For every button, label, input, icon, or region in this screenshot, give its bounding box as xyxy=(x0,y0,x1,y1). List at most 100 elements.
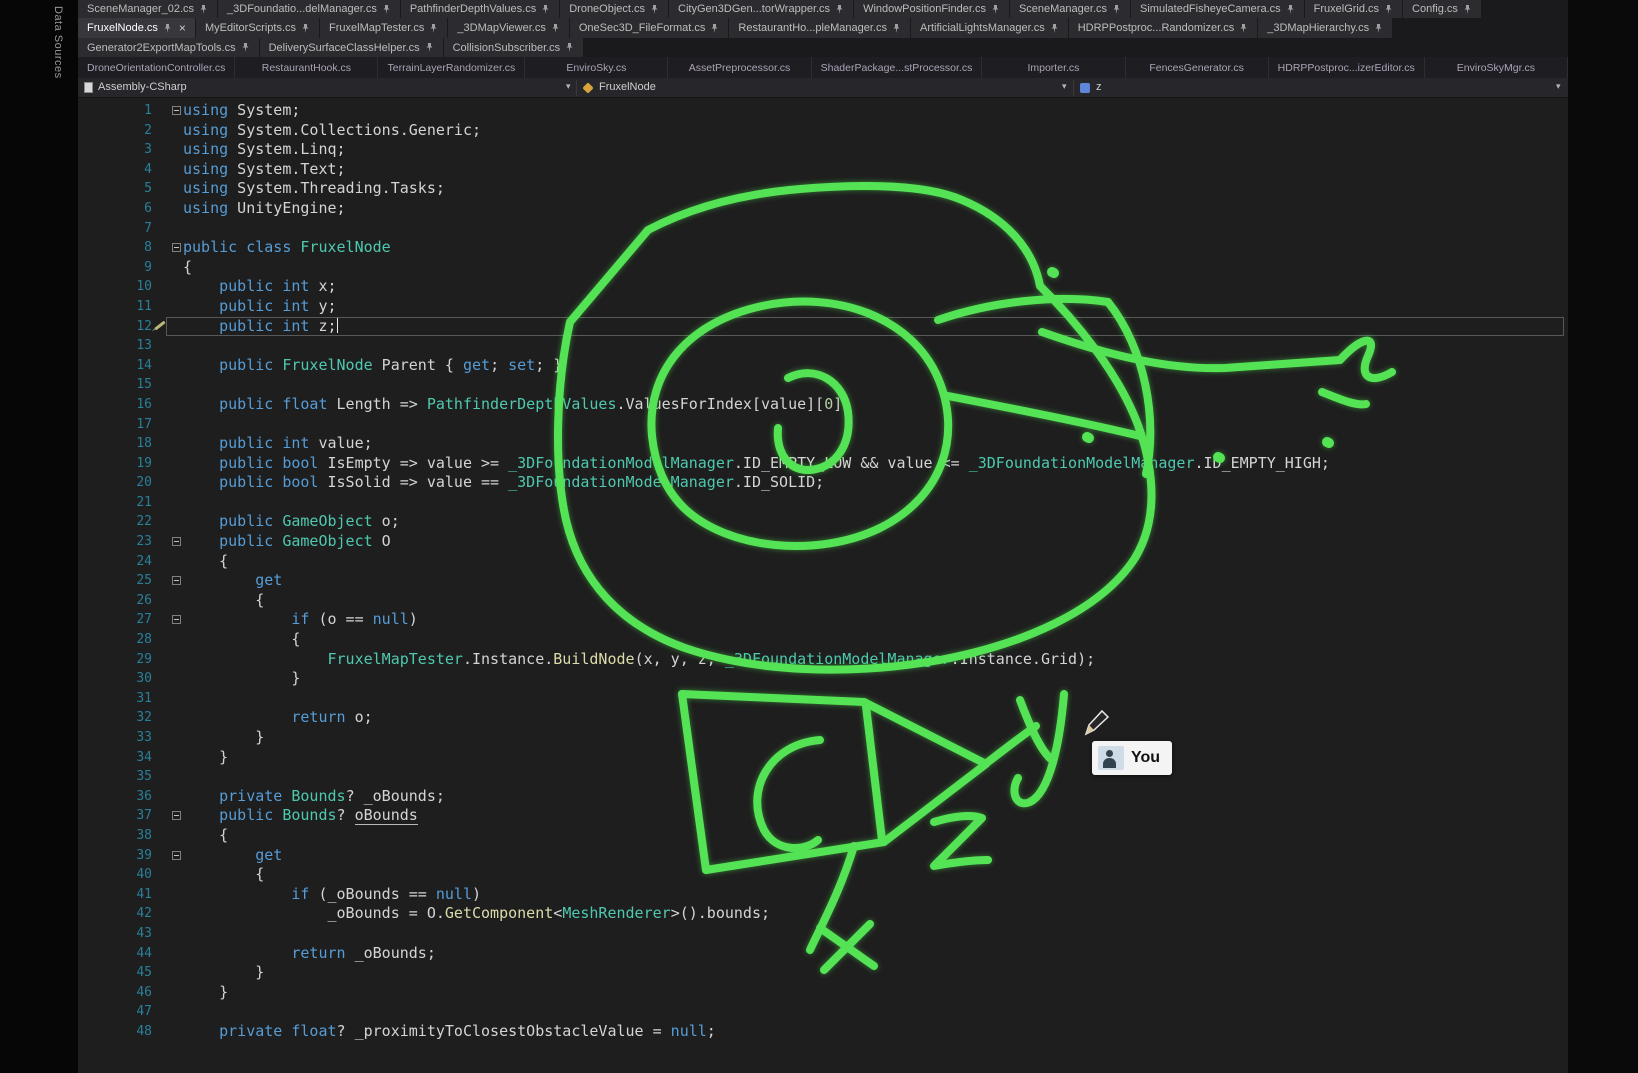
tab-droneobject-cs[interactable]: DroneObject.cs xyxy=(560,0,668,18)
tab-label: DroneOrientationController.cs xyxy=(87,62,225,74)
tab-label: _3DMapViewer.cs xyxy=(457,22,545,34)
code-text: using System.Linq; xyxy=(183,140,346,160)
code-line-13: 13 xyxy=(78,336,1568,356)
line-number: 6 xyxy=(78,199,152,219)
tab-3dmaphierarchy-cs[interactable]: _3DMapHierarchy.cs xyxy=(1258,18,1392,38)
pin-icon[interactable] xyxy=(429,23,438,34)
tab-hdrppostproc-izereditor-cs[interactable]: HDRPPostproc...izerEditor.cs xyxy=(1269,57,1425,78)
pin-icon[interactable] xyxy=(710,23,719,34)
pin-icon[interactable] xyxy=(1050,23,1059,34)
code-line-39: 39 get xyxy=(78,846,1568,866)
tab-restaurantho-plemanager-cs[interactable]: RestaurantHo...pleManager.cs xyxy=(729,18,910,38)
pin-icon[interactable] xyxy=(1384,4,1393,15)
tab-collisionsubscriber-cs[interactable]: CollisionSubscriber.cs xyxy=(444,38,584,57)
code-editor[interactable]: 1using System;2using System.Collections.… xyxy=(78,98,1568,1073)
pin-icon[interactable] xyxy=(1374,23,1383,34)
fold-margin xyxy=(152,571,183,591)
pin-icon[interactable] xyxy=(1239,23,1248,34)
pin-icon[interactable] xyxy=(382,4,391,15)
member-dropdown[interactable]: z xyxy=(1096,81,1102,93)
tab-label: FruxelGrid.cs xyxy=(1314,3,1379,15)
pin-icon[interactable] xyxy=(650,4,659,15)
tab-terrainlayerrandomizer-cs[interactable]: TerrainLayerRandomizer.cs xyxy=(378,57,525,78)
tab-importer-cs[interactable]: Importer.cs xyxy=(982,57,1125,78)
tab-simulatedfisheyecamera-cs[interactable]: SimulatedFisheyeCamera.cs xyxy=(1131,0,1304,18)
tab-hdrppostproc-randomizer-cs[interactable]: HDRPPostproc...Randomizer.cs xyxy=(1069,18,1258,38)
tab-fruxelgrid-cs[interactable]: FruxelGrid.cs xyxy=(1305,0,1402,18)
code-line-21: 21 xyxy=(78,493,1568,513)
fold-margin xyxy=(152,140,183,160)
code-text: if (_oBounds == null) xyxy=(183,885,481,905)
tab-fruxelnode-cs[interactable]: FruxelNode.cs× xyxy=(78,18,195,38)
pin-icon[interactable] xyxy=(1286,4,1295,15)
pin-icon[interactable] xyxy=(892,23,901,34)
tab-deliverysurfaceclasshelper-cs[interactable]: DeliverySurfaceClassHelper.cs xyxy=(260,38,443,57)
code-text: } xyxy=(183,748,228,768)
tab-config-cs[interactable]: Config.cs xyxy=(1403,0,1481,18)
fold-margin xyxy=(152,610,183,630)
pin-icon[interactable] xyxy=(1112,4,1121,15)
tab-generator2exportmaptools-cs[interactable]: Generator2ExportMapTools.cs xyxy=(78,38,259,57)
fold-icon[interactable] xyxy=(172,537,181,546)
chevron-down-icon[interactable]: ▾ xyxy=(1062,81,1067,92)
close-icon[interactable]: × xyxy=(179,21,186,35)
project-dropdown[interactable]: Assembly-CSharp xyxy=(98,81,187,93)
fold-margin xyxy=(152,944,183,964)
tab-assetpreprocessor-cs[interactable]: AssetPreprocessor.cs xyxy=(668,57,811,78)
code-line-36: 36 private Bounds? _oBounds; xyxy=(78,787,1568,807)
tab-scenemanager-cs[interactable]: SceneManager.cs xyxy=(1010,0,1130,18)
fold-icon[interactable] xyxy=(172,243,181,252)
tab-citygen3dgen-torwrapper-cs[interactable]: CityGen3DGen...torWrapper.cs xyxy=(669,0,853,18)
pin-icon[interactable] xyxy=(551,23,560,34)
pin-icon[interactable] xyxy=(991,4,1000,15)
tab-3dfoundatio-delmanager-cs[interactable]: _3DFoundatio...delManager.cs xyxy=(218,0,400,18)
pin-icon[interactable] xyxy=(1463,4,1472,15)
tab-droneorientationcontroller-cs[interactable]: DroneOrientationController.cs xyxy=(78,57,235,78)
type-dropdown[interactable]: FruxelNode xyxy=(599,81,656,93)
fold-margin xyxy=(152,865,183,885)
divider xyxy=(576,80,577,96)
pin-icon[interactable] xyxy=(241,42,250,53)
fold-margin xyxy=(152,179,183,199)
tab-shaderpackage-stprocessor-cs[interactable]: ShaderPackage...stProcessor.cs xyxy=(812,57,983,78)
code-text: FruxelMapTester.Instance.BuildNode(x, y,… xyxy=(183,650,1095,670)
line-number: 16 xyxy=(78,395,152,415)
pin-icon[interactable] xyxy=(199,4,208,15)
tab-envirosky-cs[interactable]: EnviroSky.cs xyxy=(525,57,668,78)
line-number: 18 xyxy=(78,434,152,454)
tab-3dmapviewer-cs[interactable]: _3DMapViewer.cs xyxy=(448,18,568,38)
tab-pathfinderdepthvalues-cs[interactable]: PathfinderDepthValues.cs xyxy=(401,0,559,18)
data-sources-panel-tab[interactable]: Data Sources xyxy=(52,6,64,79)
tab-scenemanager-02-cs[interactable]: SceneManager_02.cs xyxy=(78,0,217,18)
tab-fruxelmaptester-cs[interactable]: FruxelMapTester.cs xyxy=(320,18,447,38)
fold-icon[interactable] xyxy=(172,576,181,585)
tab-fencesgenerator-cs[interactable]: FencesGenerator.cs xyxy=(1126,57,1269,78)
tab-windowpositionfinder-cs[interactable]: WindowPositionFinder.cs xyxy=(854,0,1009,18)
line-number: 48 xyxy=(78,1022,152,1042)
pin-icon[interactable] xyxy=(301,23,310,34)
tab-label: SceneManager_02.cs xyxy=(87,3,194,15)
code-text: public bool IsSolid => value == _3DFound… xyxy=(183,473,824,493)
chevron-down-icon[interactable]: ▾ xyxy=(566,81,571,92)
pin-icon[interactable] xyxy=(541,4,550,15)
tab-enviroskymgr-cs[interactable]: EnviroSkyMgr.cs xyxy=(1425,57,1568,78)
line-number: 26 xyxy=(78,591,152,611)
fold-margin xyxy=(152,512,183,532)
pin-icon[interactable] xyxy=(163,23,172,34)
fold-icon[interactable] xyxy=(172,811,181,820)
fold-icon[interactable] xyxy=(172,851,181,860)
tab-label: CollisionSubscriber.cs xyxy=(453,42,561,54)
line-number: 29 xyxy=(78,650,152,670)
right-black-edge xyxy=(1568,0,1638,1073)
fold-icon[interactable] xyxy=(172,106,181,115)
fold-icon[interactable] xyxy=(172,615,181,624)
tab-restauranthook-cs[interactable]: RestaurantHook.cs xyxy=(235,57,378,78)
tab-label: ShaderPackage...stProcessor.cs xyxy=(821,62,973,74)
tab-onesec3d-fileformat-cs[interactable]: OneSec3D_FileFormat.cs xyxy=(570,18,729,38)
chevron-down-icon[interactable]: ▾ xyxy=(1556,81,1561,92)
pin-icon[interactable] xyxy=(565,42,574,53)
tab-myeditorscripts-cs[interactable]: MyEditorScripts.cs xyxy=(196,18,319,38)
pin-icon[interactable] xyxy=(835,4,844,15)
tab-artificiallightsmanager-cs[interactable]: ArtificialLightsManager.cs xyxy=(911,18,1068,38)
pin-icon[interactable] xyxy=(425,42,434,53)
